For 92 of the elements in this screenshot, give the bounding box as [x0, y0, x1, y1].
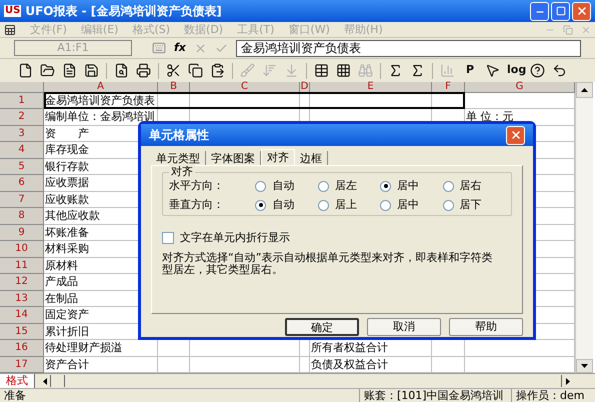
- toolbar-button[interactable]: P: [462, 62, 478, 79]
- app-logo: US: [4, 5, 22, 17]
- radio-button[interactable]: [318, 200, 329, 210]
- radio-button[interactable]: [380, 180, 392, 192]
- row-header[interactable]: 12: [0, 274, 44, 291]
- radio-label: 居中: [397, 196, 420, 213]
- maximize-icon: [556, 6, 566, 16]
- row-header[interactable]: 5: [0, 158, 44, 176]
- radio-label: 居右: [460, 178, 482, 194]
- account-status: 账套：[101]中国金易鸿培训: [359, 389, 511, 402]
- close-icon: [510, 129, 522, 141]
- row-header[interactable]: 17: [0, 356, 44, 373]
- column-header[interactable]: A: [44, 82, 158, 93]
- row-header[interactable]: 1: [0, 93, 44, 110]
- row-header[interactable]: 15: [0, 324, 44, 340]
- function-button[interactable]: fx: [174, 40, 186, 56]
- formula-input[interactable]: 金易鸿培训资产负债表: [236, 40, 581, 56]
- close-button[interactable]: [506, 126, 525, 144]
- column-header[interactable]: B: [158, 82, 190, 93]
- row-header[interactable]: 3: [0, 126, 44, 142]
- row-header[interactable]: 14: [0, 307, 44, 324]
- window-title: UFO报表 - [金易鸿培训资产负债表]: [25, 3, 222, 20]
- row-header[interactable]: 7: [0, 192, 44, 208]
- minimize-button[interactable]: [530, 2, 549, 20]
- radio-label: 自动: [272, 196, 294, 213]
- radio-button[interactable]: [442, 180, 454, 192]
- row-header[interactable]: 10: [0, 241, 44, 258]
- new-file-icon[interactable]: [18, 63, 33, 78]
- column-header[interactable]: D: [300, 82, 310, 93]
- radio-button[interactable]: [380, 200, 392, 210]
- dialog-tab[interactable]: 对齐: [261, 149, 295, 165]
- radio-label: 居下: [460, 196, 482, 213]
- row-header[interactable]: 11: [0, 258, 44, 274]
- pointer-icon[interactable]: [485, 63, 500, 78]
- dialog-button[interactable]: 取消: [367, 318, 441, 336]
- checkbox-label: 文字在单元内折行显示: [180, 230, 290, 246]
- row-header[interactable]: 16: [0, 340, 44, 356]
- help-icon[interactable]: [530, 63, 545, 78]
- maximize-button[interactable]: [551, 2, 570, 20]
- table-icon[interactable]: [314, 63, 329, 78]
- radio-button[interactable]: [442, 200, 454, 210]
- scroll-down-button[interactable]: [576, 359, 593, 373]
- right-arrow-icon: [566, 378, 570, 384]
- scissors-icon[interactable]: [166, 63, 181, 78]
- undo-icon[interactable]: [552, 63, 567, 78]
- dialog-button[interactable]: 帮助: [449, 318, 523, 336]
- close-icon: [576, 5, 588, 17]
- folder-icon[interactable]: [40, 63, 55, 78]
- radio-label: 居左: [334, 178, 357, 194]
- vertical-scrollbar[interactable]: [575, 82, 593, 373]
- close-button[interactable]: [572, 2, 591, 20]
- radio-label: 居中: [397, 178, 420, 194]
- alignment-label: 垂直方向：: [169, 196, 225, 213]
- up-arrow-icon: [581, 88, 588, 92]
- alignment-label: 水平方向：: [169, 178, 225, 194]
- print-preview-icon[interactable]: [114, 63, 129, 78]
- column-header[interactable]: C: [190, 82, 300, 93]
- copy-icon[interactable]: [188, 63, 203, 78]
- status-message: 准备: [3, 389, 27, 402]
- toolbar-button[interactable]: log: [507, 62, 523, 79]
- radio-button[interactable]: [255, 180, 266, 192]
- operator-status: 操作员：dem: [511, 389, 595, 402]
- sheet-icon: [4, 24, 16, 36]
- paste-icon[interactable]: [210, 63, 225, 78]
- sigma-icon[interactable]: [388, 63, 403, 78]
- printer-icon[interactable]: [136, 63, 151, 78]
- row-header[interactable]: 13: [0, 290, 44, 308]
- description-text: 对齐方式选择“自动”表示自动根据单元类型来对齐，即表样和字符类型居左，其它类型居右。: [162, 252, 494, 276]
- radio-label: 自动: [272, 178, 294, 194]
- sheet-tab[interactable]: 格式: [0, 374, 35, 388]
- sigma-icon[interactable]: [410, 63, 425, 78]
- column-header[interactable]: G: [465, 82, 575, 93]
- grid-icon[interactable]: [336, 63, 351, 78]
- scroll-up-button[interactable]: [576, 82, 593, 98]
- column-header[interactable]: F: [432, 82, 465, 93]
- dialog-tab[interactable]: 边框: [295, 151, 328, 165]
- left-arrow-icon: [42, 378, 46, 384]
- table-cell: 金易鸿培训资产负债表: [44, 93, 158, 110]
- dialog-button[interactable]: 确定: [285, 318, 359, 336]
- row-header[interactable]: 2: [0, 109, 44, 126]
- document-icon[interactable]: [62, 63, 77, 78]
- down-arrow-icon: [581, 364, 588, 368]
- radio-button[interactable]: [318, 180, 329, 192]
- row-header[interactable]: 4: [0, 142, 44, 159]
- row-header[interactable]: 6: [0, 175, 44, 192]
- radio-label: 居上: [334, 196, 357, 213]
- group-title: 对齐: [169, 165, 195, 178]
- row-header[interactable]: 8: [0, 208, 44, 225]
- radio-button[interactable]: [255, 200, 266, 210]
- row-header[interactable]: 9: [0, 224, 44, 242]
- checkbox[interactable]: [162, 232, 174, 244]
- save-icon[interactable]: [84, 63, 99, 78]
